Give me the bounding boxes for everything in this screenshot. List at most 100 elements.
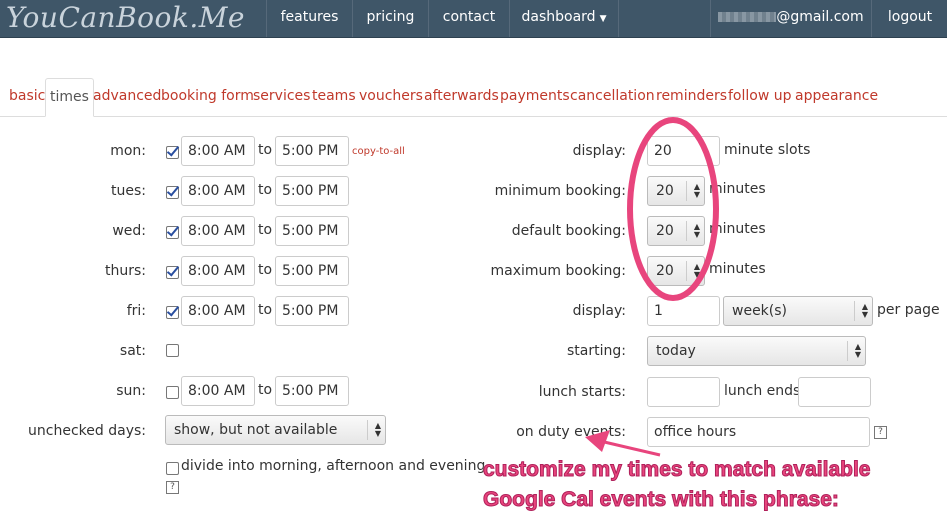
settings-tabs: basic times advanced booking form servic… xyxy=(0,78,947,117)
to-label-thurs: to xyxy=(258,262,273,278)
max-booking-select[interactable]: 20 ▲ ▼ xyxy=(647,256,705,286)
end-time-wed[interactable]: 5:00 PM xyxy=(275,216,349,246)
select-separator xyxy=(847,341,848,361)
day-checkbox-sun[interactable] xyxy=(166,386,179,399)
max-booking-value: 20 xyxy=(656,263,674,279)
to-label-sun: to xyxy=(258,382,273,398)
tab-advanced[interactable]: advanced xyxy=(93,88,161,104)
display-slots-input[interactable]: 20 xyxy=(647,136,720,166)
default-booking-value: 20 xyxy=(656,223,674,239)
day-checkbox-tues[interactable] xyxy=(166,186,179,199)
day-label-sat: sat: xyxy=(119,343,146,359)
updown-arrows-icon: ▲ ▼ xyxy=(693,262,700,279)
day-label-mon: mon: xyxy=(110,143,146,159)
start-time-tues[interactable]: 8:00 AM xyxy=(181,176,255,206)
min-booking-select[interactable]: 20 ▲ ▼ xyxy=(647,176,705,206)
tab-reminders[interactable]: reminders xyxy=(656,88,727,104)
max-booking-label: maximum booking: xyxy=(490,263,626,279)
start-time-wed[interactable]: 8:00 AM xyxy=(181,216,255,246)
day-label-fri: fri: xyxy=(126,303,146,319)
updown-arrows-icon: ▲ ▼ xyxy=(374,421,381,438)
select-separator xyxy=(367,420,368,440)
default-booking-suffix: minutes xyxy=(709,221,766,237)
display-pages-label: display: xyxy=(572,303,626,319)
top-nav-bar: YouCanBook.Me features pricing contact d… xyxy=(0,0,947,38)
redacted-email-prefix xyxy=(718,12,777,22)
tab-vouchers[interactable]: vouchers xyxy=(359,88,423,104)
day-label-thurs: thurs: xyxy=(104,263,146,279)
day-checkbox-mon[interactable] xyxy=(166,146,179,159)
end-time-fri[interactable]: 5:00 PM xyxy=(275,296,349,326)
end-time-mon[interactable]: 5:00 PM xyxy=(275,136,349,166)
tab-services[interactable]: services xyxy=(253,88,310,104)
starting-value: today xyxy=(656,343,696,359)
tab-payments[interactable]: payments xyxy=(500,88,570,104)
day-label-wed: wed: xyxy=(112,223,146,239)
nav-features[interactable]: features xyxy=(266,0,352,37)
to-label-mon: to xyxy=(258,142,273,158)
end-time-thurs[interactable]: 5:00 PM xyxy=(275,256,349,286)
nav-dashboard-label: dashboard xyxy=(521,9,596,25)
end-time-sun[interactable]: 5:00 PM xyxy=(275,376,349,406)
annotation-line-2: Google Cal events with this phrase: xyxy=(483,488,840,512)
select-separator xyxy=(686,221,687,241)
day-checkbox-wed[interactable] xyxy=(166,226,179,239)
min-booking-label: minimum booking: xyxy=(494,183,626,199)
on-duty-help-icon[interactable]: ? xyxy=(874,426,887,439)
tab-follow-up[interactable]: follow up xyxy=(728,88,792,104)
lunch-ends-label: lunch ends: xyxy=(724,383,806,399)
tab-booking-form[interactable]: booking form xyxy=(161,88,254,104)
default-booking-select[interactable]: 20 ▲ ▼ xyxy=(647,216,705,246)
unchecked-days-label: unchecked days: xyxy=(28,423,146,439)
logo[interactable]: YouCanBook.Me xyxy=(6,1,245,34)
updown-arrows-icon: ▲ ▼ xyxy=(693,182,700,199)
divide-help-icon[interactable]: ? xyxy=(166,481,179,494)
nav-dashboard[interactable]: dashboard ▼ xyxy=(509,0,619,37)
divide-day-label: divide into morning, afternoon and eveni… xyxy=(181,458,486,474)
min-booking-value: 20 xyxy=(656,183,674,199)
tab-appearance[interactable]: appearance xyxy=(795,88,878,104)
display-unit-value: week(s) xyxy=(732,303,788,319)
day-checkbox-sat[interactable] xyxy=(166,344,179,357)
select-separator xyxy=(854,301,855,321)
start-time-thurs[interactable]: 8:00 AM xyxy=(181,256,255,286)
nav-contact[interactable]: contact xyxy=(428,0,509,37)
lunch-starts-input[interactable] xyxy=(647,377,720,407)
on-duty-events-input[interactable]: office hours xyxy=(647,417,870,447)
tab-basic[interactable]: basic xyxy=(9,88,45,104)
day-label-tues: tues: xyxy=(111,183,146,199)
tab-afterwards[interactable]: afterwards xyxy=(424,88,499,104)
nav-pricing[interactable]: pricing xyxy=(352,0,428,37)
updown-arrows-icon: ▲ ▼ xyxy=(854,342,861,359)
nav-user-email[interactable]: @gmail.com xyxy=(710,0,871,37)
day-checkbox-fri[interactable] xyxy=(166,306,179,319)
to-label-fri: to xyxy=(258,302,273,318)
day-checkbox-thurs[interactable] xyxy=(166,266,179,279)
day-label-sun: sun: xyxy=(116,383,146,399)
tab-times[interactable]: times xyxy=(45,78,94,117)
tab-cancellation[interactable]: cancellation xyxy=(570,88,655,104)
on-duty-events-label: on duty events: xyxy=(516,424,626,440)
unchecked-days-select[interactable]: show, but not available ▲ ▼ xyxy=(165,415,386,445)
display-pages-suffix: per page xyxy=(877,302,940,318)
tab-teams[interactable]: teams xyxy=(312,88,356,104)
divide-day-checkbox[interactable] xyxy=(166,462,179,475)
max-booking-suffix: minutes xyxy=(709,261,766,277)
start-time-sun[interactable]: 8:00 AM xyxy=(181,376,255,406)
updown-arrows-icon: ▲ ▼ xyxy=(693,222,700,239)
copy-to-all-link[interactable]: copy-to-all xyxy=(352,146,405,157)
starting-select[interactable]: today ▲ ▼ xyxy=(647,336,866,366)
start-time-fri[interactable]: 8:00 AM xyxy=(181,296,255,326)
display-unit-select[interactable]: week(s) ▲ ▼ xyxy=(723,296,873,326)
to-label-wed: to xyxy=(258,222,273,238)
to-label-tues: to xyxy=(258,182,273,198)
nav-logout[interactable]: logout xyxy=(871,0,947,37)
lunch-starts-label: lunch starts: xyxy=(538,384,626,400)
lunch-ends-input[interactable] xyxy=(798,377,871,407)
display-pages-input[interactable]: 1 xyxy=(647,296,720,326)
start-time-mon[interactable]: 8:00 AM xyxy=(181,136,255,166)
caret-down-icon: ▼ xyxy=(599,14,607,24)
starting-label: starting: xyxy=(567,343,626,359)
end-time-tues[interactable]: 5:00 PM xyxy=(275,176,349,206)
annotation-line-1: customize my times to match available xyxy=(482,458,871,482)
